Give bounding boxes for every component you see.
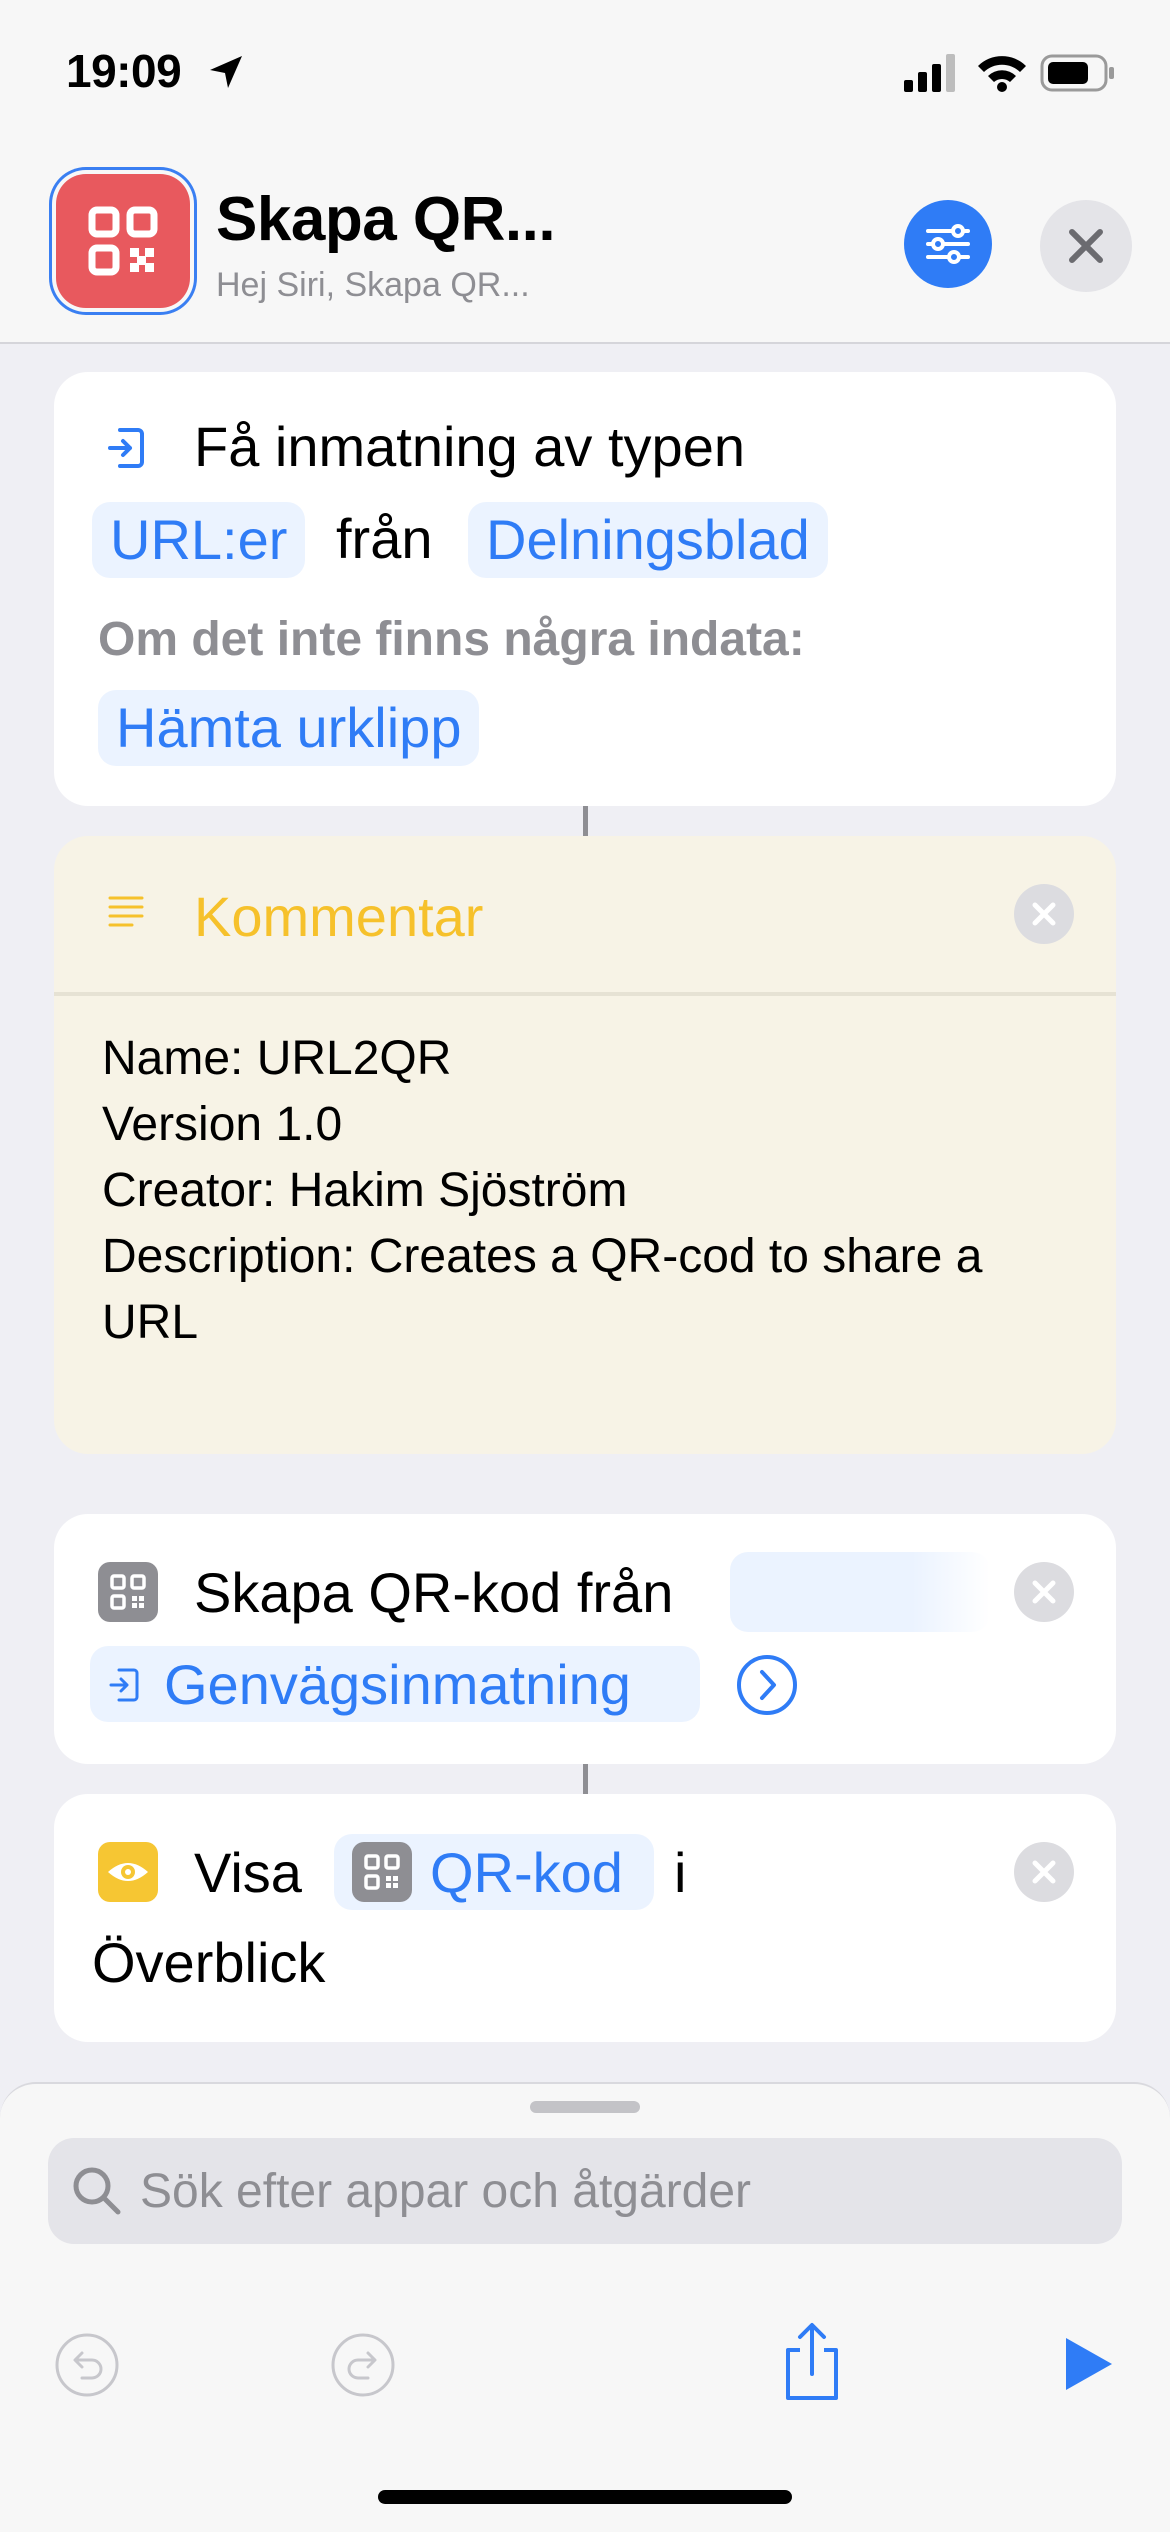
settings-button[interactable] bbox=[904, 200, 992, 288]
get-input-title: Få inmatning av typen bbox=[194, 415, 745, 478]
search-icon bbox=[73, 2167, 121, 2215]
close-button[interactable] bbox=[1040, 200, 1132, 292]
wifi-icon bbox=[978, 56, 1026, 92]
shortcut-app-icon[interactable] bbox=[56, 174, 190, 308]
home-indicator bbox=[378, 2490, 792, 2504]
input-icon bbox=[109, 1668, 139, 1702]
close-icon bbox=[1032, 1580, 1056, 1604]
share-icon[interactable] bbox=[776, 2320, 848, 2404]
qr-code-icon bbox=[98, 1562, 158, 1622]
redo-icon[interactable] bbox=[328, 2330, 398, 2400]
qr-code-icon bbox=[88, 206, 158, 276]
create-qr-title: Skapa QR-kod från bbox=[194, 1561, 674, 1624]
comment-text[interactable]: Name: URL2QR Version 1.0 Creator: Hakim … bbox=[102, 1026, 1062, 1356]
show-verb: Visa bbox=[194, 1841, 302, 1904]
signal-icon bbox=[904, 54, 955, 92]
input-type-token[interactable]: URL:er bbox=[92, 502, 306, 578]
input-icon bbox=[108, 428, 144, 468]
remove-comment-button[interactable] bbox=[1014, 884, 1074, 944]
shortcut-title[interactable]: Skapa QR... bbox=[216, 184, 556, 255]
remove-qr-action-button[interactable] bbox=[1014, 1562, 1074, 1622]
qr-code-icon bbox=[352, 1842, 412, 1902]
battery-icon bbox=[1040, 54, 1114, 92]
sheet-grabber[interactable] bbox=[530, 2101, 640, 2113]
eye-icon bbox=[98, 1842, 158, 1902]
show-destination: Överblick bbox=[92, 1931, 326, 1994]
shortcut-input-label: Genvägsinmatning bbox=[164, 1653, 631, 1716]
show-suffix: i bbox=[674, 1841, 687, 1904]
fallback-label: Om det inte finns några indata: bbox=[98, 613, 805, 666]
search-input[interactable] bbox=[140, 2138, 1100, 2244]
flow-connector bbox=[583, 806, 588, 836]
shortcut-subtitle: Hej Siri, Skapa QR... bbox=[216, 266, 530, 304]
input-source-token[interactable]: Delningsblad bbox=[468, 502, 828, 578]
action-card-show[interactable] bbox=[54, 1794, 1116, 2042]
chevron-right-circle-icon[interactable] bbox=[736, 1654, 798, 1716]
fallback-token[interactable]: Hämta urklipp bbox=[98, 690, 480, 766]
close-icon bbox=[1032, 902, 1056, 926]
status-time: 19:09 bbox=[66, 45, 182, 97]
remove-show-action-button[interactable] bbox=[1014, 1842, 1074, 1902]
comment-divider bbox=[54, 992, 1116, 996]
play-icon[interactable] bbox=[1060, 2334, 1116, 2394]
location-arrow-icon bbox=[210, 56, 242, 88]
flow-connector bbox=[583, 1764, 588, 1794]
text-lines-icon bbox=[108, 896, 144, 927]
comment-title: Kommentar bbox=[194, 885, 484, 948]
from-label: från bbox=[336, 507, 433, 570]
qr-code-token-label: QR-kod bbox=[430, 1841, 623, 1904]
undo-icon[interactable] bbox=[52, 2330, 122, 2400]
close-icon bbox=[1032, 1860, 1056, 1884]
close-icon bbox=[1069, 229, 1103, 263]
qr-input-field[interactable] bbox=[730, 1552, 990, 1632]
sliders-icon bbox=[926, 224, 970, 264]
